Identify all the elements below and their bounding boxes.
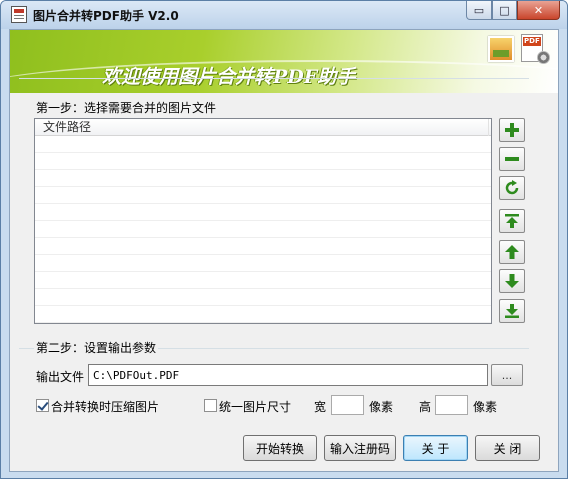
file-list-body[interactable] [35, 136, 491, 323]
browse-button[interactable]: ... [491, 364, 523, 386]
clear-list-button[interactable] [499, 176, 525, 200]
gear-icon [537, 51, 550, 64]
window-title: 图片合并转PDF助手 V2.0 [33, 9, 179, 23]
title-bar[interactable]: 图片合并转PDF助手 V2.0 ▭ □ ✕ [1, 1, 567, 29]
arrow-down-icon [505, 274, 519, 288]
main-window: 图片合并转PDF助手 V2.0 ▭ □ ✕ 欢迎使用图片合并转PDF助手 PDF… [0, 0, 568, 479]
height-label: 高 [419, 400, 432, 414]
height-unit-label: 像素 [473, 400, 498, 414]
move-top-icon [505, 214, 519, 228]
minus-icon [505, 157, 519, 161]
unify-size-label[interactable]: 统一图片尺寸 [219, 398, 291, 415]
add-file-button[interactable] [499, 118, 525, 142]
close-window-button[interactable]: ✕ [517, 1, 560, 20]
remove-file-button[interactable] [499, 147, 525, 171]
compress-images-checkbox[interactable] [36, 399, 49, 412]
about-button[interactable]: 关 于 [403, 435, 468, 461]
width-label: 宽 [314, 400, 327, 414]
height-input[interactable] [435, 395, 468, 415]
image-icon [488, 36, 514, 62]
move-top-button[interactable] [499, 209, 525, 233]
close-button[interactable]: 关 闭 [475, 435, 540, 461]
unify-size-checkbox[interactable] [204, 399, 217, 412]
refresh-icon [505, 180, 519, 195]
width-unit-label: 像素 [369, 400, 394, 414]
start-convert-button[interactable]: 开始转换 [243, 435, 317, 461]
file-list-header: 文件路径 [35, 119, 491, 136]
move-up-button[interactable] [499, 240, 525, 264]
app-icon[interactable] [11, 6, 27, 23]
pdf-icon: PDF [521, 34, 551, 66]
output-file-label: 输出文件 [36, 370, 85, 384]
step2-title: 第二步：设置输出参数 [34, 339, 159, 356]
step1-title: 第一步：选择需要合并的图片文件 [34, 99, 219, 116]
move-down-button[interactable] [499, 269, 525, 293]
output-file-input[interactable] [88, 364, 488, 386]
move-bottom-icon [505, 304, 519, 318]
plus-icon [505, 123, 519, 137]
pdf-icon-label: PDF [523, 37, 541, 46]
compress-images-label[interactable]: 合并转换时压缩图片 [51, 398, 159, 415]
minimize-button[interactable]: ▭ [466, 1, 492, 20]
file-list[interactable]: 文件路径 [34, 118, 492, 324]
column-header-file-path[interactable]: 文件路径 [35, 119, 489, 136]
enter-register-code-button[interactable]: 输入注册码 [324, 435, 396, 461]
arrow-up-icon [505, 245, 519, 259]
move-bottom-button[interactable] [499, 299, 525, 323]
width-input[interactable] [331, 395, 364, 415]
maximize-button[interactable]: □ [492, 1, 517, 20]
